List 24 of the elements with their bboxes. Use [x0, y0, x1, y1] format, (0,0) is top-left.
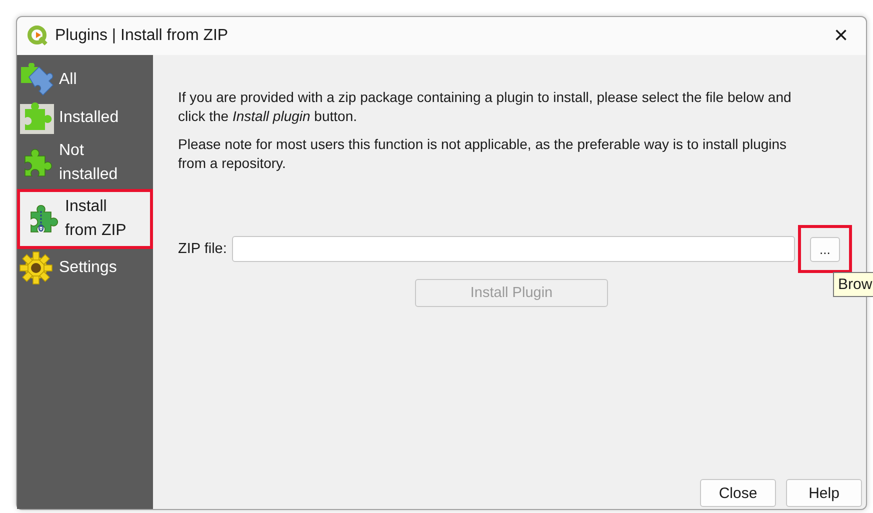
dialog-button[interactable]: Close — [700, 479, 776, 507]
gear-icon — [19, 251, 53, 285]
dialog-button[interactable]: Help — [786, 479, 862, 507]
sidebar-item[interactable]: Settings — [17, 249, 153, 287]
sidebar-item-label: Settings — [59, 258, 118, 278]
puzzle-icon — [19, 101, 55, 135]
sidebar-item[interactable]: Not installed — [17, 137, 153, 189]
sidebar-item[interactable]: All — [17, 61, 153, 99]
instruction-text: If you are provided with a zip package containing a plugin to install, please select the file below and click the Install plugin button. — [178, 88, 792, 126]
sidebar-item[interactable]: Installed — [17, 99, 153, 137]
zip-file-label: ZIP file: — [178, 241, 227, 257]
sidebar-item-label: Not installed — [59, 141, 119, 185]
sidebar-item-label: Install from ZIP — [65, 197, 128, 241]
app-logo-icon — [27, 25, 49, 47]
note-text: Please note for most users this function is not applicable, as the preferable way is to install plugins from a repository. — [178, 135, 788, 173]
sidebar-item-label: Installed — [59, 108, 120, 128]
browse-button[interactable]: ... — [810, 236, 840, 262]
close-icon[interactable]: × — [826, 24, 856, 48]
zip-file-field[interactable] — [232, 236, 795, 262]
puzzle-icon — [19, 63, 55, 97]
tooltip: Brow — [833, 272, 873, 297]
window-title: Plugins | Install from ZIP — [55, 27, 230, 45]
sidebar-item[interactable]: Install from ZIP — [17, 189, 153, 249]
sidebar-item-label: All — [59, 70, 78, 90]
